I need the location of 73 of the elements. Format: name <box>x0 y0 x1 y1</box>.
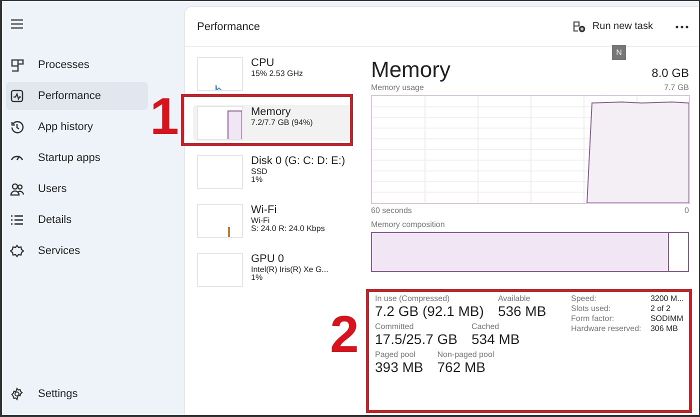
history-icon <box>10 120 24 134</box>
page-title: Performance <box>197 20 261 32</box>
stat-label: Committed <box>375 322 415 331</box>
stat-label: Paged pool <box>375 350 416 359</box>
stat-value: 536 MB <box>498 303 546 319</box>
total-memory: 8.0 GB <box>652 66 689 80</box>
sidebar-item[interactable]: Users <box>6 175 148 203</box>
stat-label: Cached <box>472 322 500 331</box>
gear-icon <box>10 244 24 258</box>
device-tile[interactable]: Wi-Fi Wi-Fi S: 24.0 R: 24.0 Kbps <box>193 203 353 239</box>
device-name: GPU 0 <box>251 253 286 266</box>
stat-value: 762 MB <box>437 359 486 375</box>
property-label: Speed: <box>571 294 598 303</box>
mini-graph <box>197 57 243 91</box>
time-end: 0 <box>684 206 689 215</box>
menu-icon[interactable] <box>10 17 24 31</box>
device-info: Wi-Fi <box>251 216 271 225</box>
sidebar-item[interactable]: Performance <box>6 82 148 110</box>
more-icon[interactable] <box>675 24 689 28</box>
device-name: Disk 0 (G: C: D: E:) <box>251 155 346 168</box>
section-title: Memory <box>371 57 450 83</box>
grid-icon <box>10 58 24 72</box>
sidebar-item[interactable]: Details <box>6 206 148 234</box>
sidebar-item[interactable]: Processes <box>6 51 148 79</box>
composition-label: Memory composition <box>371 220 446 229</box>
mini-graph <box>197 155 243 189</box>
stat-value: 534 MB <box>472 331 520 347</box>
device-info: 1% <box>251 274 263 284</box>
property-value: 306 MB <box>650 324 680 333</box>
badge: N <box>612 45 626 60</box>
time-label: 60 seconds <box>371 206 412 215</box>
device-tile[interactable]: Memory 7.2/7.7 GB (94%) <box>193 105 353 141</box>
property-value: SODIMM <box>650 314 684 323</box>
device-info: 15% 2.53 GHz <box>251 70 304 78</box>
device-name: Memory <box>251 106 292 119</box>
graph-label: Memory usage <box>371 83 424 92</box>
device-name: Wi-Fi <box>251 204 278 217</box>
users-icon <box>10 182 24 196</box>
settings-item[interactable]: Settings <box>6 380 148 408</box>
stat-value: 393 MB <box>375 359 424 375</box>
stat-value: 7.2 GB (92.1 MB) <box>375 303 484 319</box>
sidebar-item[interactable]: Startup apps <box>6 144 148 172</box>
annotation-number: 2 <box>330 309 359 361</box>
property-label: Slots used: <box>571 304 612 313</box>
device-info: S: 24.0 R: 24.0 Kbps <box>251 225 325 234</box>
stat-value: 17.5/25.7 GB <box>375 331 458 347</box>
device-info: Intel(R) Iris(R) Xe G... <box>251 266 328 274</box>
graph-max: 7.7 GB <box>664 83 689 92</box>
run-new-task-button[interactable]: Run new task <box>565 16 661 36</box>
property-label: Form factor: <box>571 314 616 323</box>
stat-label: In use (Compressed) <box>375 294 451 303</box>
property-value: 3200 M... <box>650 294 685 303</box>
device-name: CPU <box>251 57 276 70</box>
mini-graph <box>197 106 243 140</box>
device-tile[interactable]: GPU 0 Intel(R) Iris(R) Xe G... 1% <box>193 252 353 288</box>
mini-graph <box>197 253 243 287</box>
device-info: 7.2/7.7 GB (94%) <box>251 118 313 128</box>
annotation-number: 1 <box>150 91 179 143</box>
property-value: 2 of 2 <box>650 304 672 313</box>
gear-icon <box>10 387 24 401</box>
property-label: Hardware reserved: <box>571 324 642 333</box>
sidebar-item[interactable]: App history <box>6 113 148 141</box>
task-icon <box>573 20 586 32</box>
device-info: SSD <box>251 168 268 176</box>
stat-label: Available <box>498 294 532 303</box>
device-tile[interactable]: CPU 15% 2.53 GHz <box>193 56 353 92</box>
list-icon <box>10 213 24 227</box>
stat-label: Non-paged pool <box>437 350 494 359</box>
device-tile[interactable]: Disk 0 (G: C: D: E:) SSD 1% <box>193 154 353 190</box>
mini-graph <box>197 204 243 238</box>
sidebar-item[interactable]: Services <box>6 237 148 265</box>
pulse-icon <box>10 89 24 103</box>
device-info: 1% <box>251 176 264 186</box>
